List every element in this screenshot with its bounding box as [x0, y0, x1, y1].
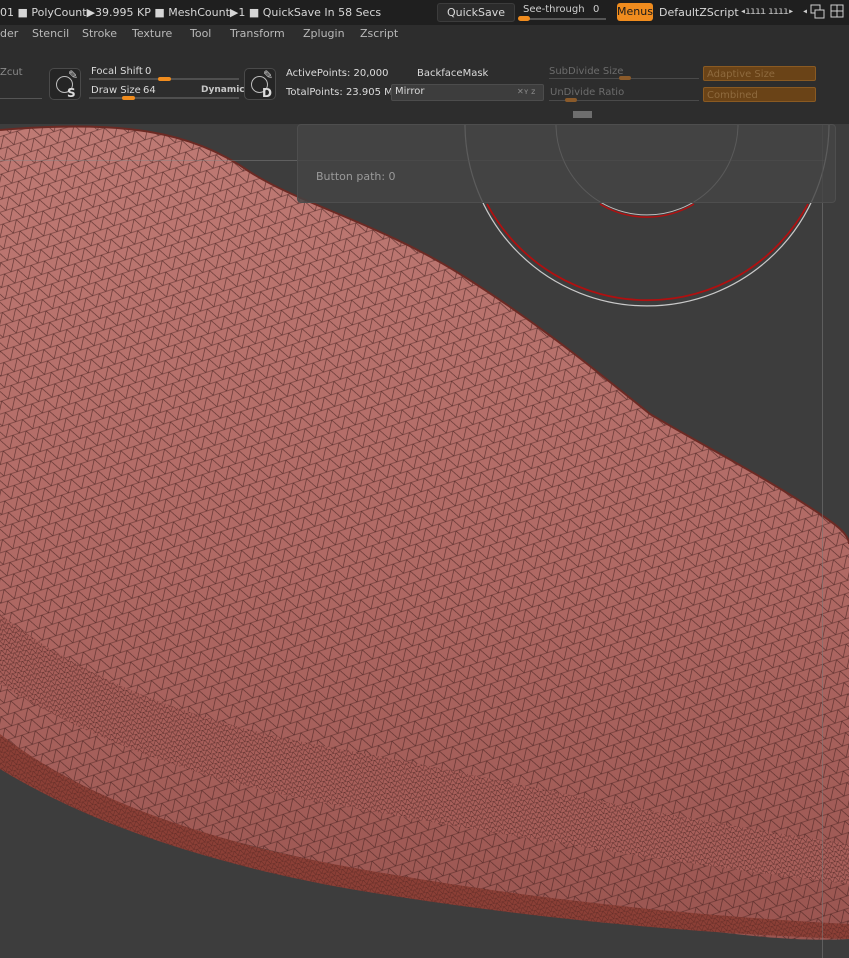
focal-shift-value: 0 [145, 66, 152, 77]
brush-tip-icon: ✎ [68, 68, 79, 82]
focal-brush-letter: S [67, 86, 76, 100]
meshcount-readout: ■ MeshCount▶1 [154, 6, 249, 19]
button-path-tooltip: Button path: 0 [297, 124, 836, 203]
prev-layout-icon[interactable]: ◂ [802, 5, 808, 19]
status-bar: 01 ■ PolyCount▶39.995 KP ■ MeshCount▶1 ■… [0, 0, 849, 25]
menus-button[interactable]: Menus [617, 3, 653, 21]
subdivide-size-label: SubDivide Size [549, 66, 624, 77]
seethrough-label: See-through [523, 4, 585, 15]
menu-zscript[interactable]: Zscript [360, 25, 398, 43]
mesh-render [0, 124, 849, 958]
arrange-left-icon[interactable]: ◂ıııı [740, 5, 766, 19]
menu-tool[interactable]: Tool [190, 25, 211, 43]
draw-brush-icon[interactable]: ✎ D [244, 68, 276, 100]
focal-brush-icon[interactable]: ✎ S [49, 68, 81, 100]
seethrough-knob[interactable] [518, 16, 530, 21]
menu-render[interactable]: der [0, 25, 18, 43]
subdivide-size-knob[interactable] [619, 76, 631, 80]
seethrough-slider[interactable]: See-through 0 [517, 3, 607, 21]
menu-stencil[interactable]: Stencil [32, 25, 69, 43]
seethrough-track[interactable] [520, 18, 606, 20]
canvas-viewport[interactable]: Button path: 0 [0, 124, 849, 958]
layout-split-icon[interactable] [830, 4, 846, 20]
undivide-ratio-label: UnDivide Ratio [550, 87, 625, 98]
draw-size-knob[interactable] [122, 96, 135, 100]
status-info: 01 ■ PolyCount▶39.995 KP ■ MeshCount▶1 ■… [0, 6, 381, 19]
shelf-handle[interactable] [573, 111, 592, 118]
menu-zplugin[interactable]: Zplugin [303, 25, 345, 43]
focal-shift-knob[interactable] [158, 77, 171, 81]
polycount-readout: ■ PolyCount▶39.995 KP [17, 6, 155, 19]
focal-shift-label: Focal Shift [91, 66, 143, 77]
mirror-dropdown[interactable]: Mirror ✕ʏ z [391, 84, 544, 101]
xyz-axis-icon: ✕ʏ z [517, 87, 536, 96]
combined-button[interactable]: Combined [703, 87, 816, 102]
guide-line-vertical [822, 124, 823, 958]
shelf-divider [0, 98, 42, 99]
backface-mask-button[interactable]: BackfaceMask [417, 68, 488, 79]
adaptive-size-button[interactable]: Adaptive Size [703, 66, 816, 81]
quicksave-button[interactable]: QuickSave [437, 3, 515, 22]
status-prefix: 01 [0, 6, 18, 19]
draw-size-value: 64 [143, 85, 156, 96]
layout-windows-icon[interactable] [810, 4, 826, 20]
undivide-ratio-knob[interactable] [565, 98, 577, 102]
arrange-right-icon[interactable]: ıııı▸ [768, 5, 794, 19]
menu-texture[interactable]: Texture [132, 25, 172, 43]
draw-size-label: Draw Size [91, 85, 141, 96]
tooltip-text: Button path: 0 [316, 170, 396, 183]
menu-transform[interactable]: Transform [230, 25, 285, 43]
script-button[interactable]: DefaultZScript [659, 6, 739, 19]
mirror-label: Mirror [395, 86, 425, 97]
main-menu-bar: der Stencil Stroke Texture Tool Transfor… [0, 25, 849, 43]
draw-brush-letter: D [262, 86, 272, 100]
active-points-readout: ActivePoints: 20,000 [286, 68, 389, 79]
dynamic-toggle[interactable]: Dynamic [201, 85, 245, 95]
draw-size-track[interactable] [89, 97, 239, 99]
seethrough-value: 0 [593, 4, 600, 15]
menu-spacer [0, 43, 849, 60]
draw-tip-icon: ✎ [263, 68, 274, 82]
menu-stroke[interactable]: Stroke [82, 25, 117, 43]
total-points-readout: TotalPoints: 23.905 Mil [286, 87, 399, 98]
quicksave-timer: ■ QuickSave In 58 Secs [248, 6, 382, 19]
zcut-label[interactable]: Zcut [0, 67, 23, 78]
